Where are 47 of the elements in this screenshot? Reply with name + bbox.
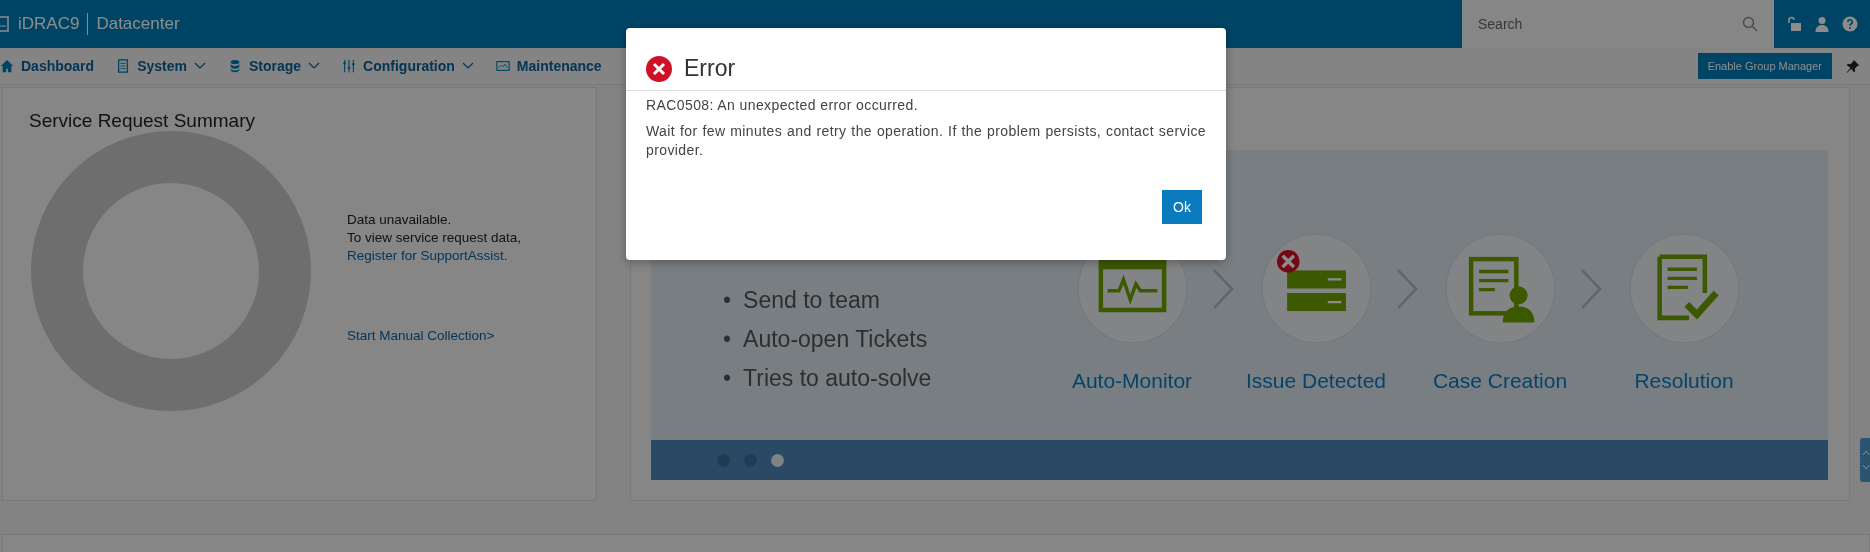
nav-menu-item[interactable]: Storage xyxy=(227,58,321,74)
info-text: To view service request data, xyxy=(347,229,522,247)
step-label: Case Creation xyxy=(1432,369,1568,393)
bullet-text: Auto-open Tickets xyxy=(743,325,928,354)
ok-button[interactable]: Ok xyxy=(1162,190,1202,224)
step-label: Issue Detected xyxy=(1245,369,1387,393)
nav-menu-item[interactable]: Configuration xyxy=(342,58,474,74)
chevron-right-icon xyxy=(1211,268,1235,310)
document-person-icon xyxy=(1468,256,1534,323)
error-icon xyxy=(646,55,672,82)
dialog-title: Error xyxy=(684,55,736,82)
server-error-icon xyxy=(1276,250,1346,312)
step-label: Auto-Monitor xyxy=(1071,369,1193,393)
search-field[interactable]: Search xyxy=(1462,0,1774,48)
bullet-marker: • xyxy=(723,286,732,315)
bullet-text: Tries to auto-solve xyxy=(743,364,932,393)
product-edition: Datacenter xyxy=(96,14,180,34)
chevron-right-icon xyxy=(1395,268,1419,310)
sliders-icon xyxy=(342,59,357,73)
server-icon xyxy=(0,16,10,32)
chart-icon xyxy=(495,59,510,73)
error-message: RAC0508: An unexpected error occurred. xyxy=(646,97,919,113)
home-icon xyxy=(0,59,14,73)
card-title: Service Request Summary xyxy=(29,110,255,132)
manual-collection-link[interactable]: Start Manual Collection> xyxy=(347,327,495,345)
server-icon xyxy=(116,59,131,73)
step-label: Resolution xyxy=(1634,369,1734,393)
nav-menu-item[interactable]: Maintenance xyxy=(495,58,602,74)
help-icon[interactable] xyxy=(1842,16,1858,32)
bullet-text: Send to team xyxy=(743,286,880,315)
user-icon[interactable] xyxy=(1814,16,1830,32)
info-text: Data unavailable. xyxy=(347,211,452,229)
document-check-icon xyxy=(1656,254,1719,321)
chevron-right-icon xyxy=(1579,268,1603,310)
product-name: iDRAC9 xyxy=(18,14,80,34)
search-icon[interactable] xyxy=(1742,16,1758,32)
scroll-handle-icon[interactable] xyxy=(1860,438,1870,482)
bullet-marker: • xyxy=(723,325,732,354)
register-link[interactable]: Register for SupportAssist. xyxy=(347,247,508,265)
error-detail: Wait for few minutes and retry the operation. If the problem persists, contact service provider. xyxy=(646,122,1206,160)
pin-icon[interactable] xyxy=(1846,59,1860,73)
nav-menu-item[interactable]: System xyxy=(116,58,206,74)
carousel-dot[interactable] xyxy=(771,453,784,467)
nav-menu-item[interactable]: Dashboard xyxy=(0,58,95,74)
unlock-icon[interactable] xyxy=(1786,16,1802,32)
enable-group-manager-button[interactable]: Enable Group Manager xyxy=(1697,53,1832,79)
bullet-marker: • xyxy=(723,364,732,393)
